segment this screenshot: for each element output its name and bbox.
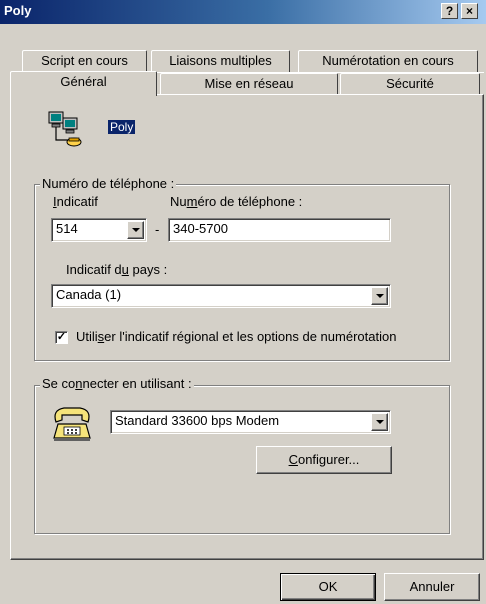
cancel-button[interactable]: Annuler [384,573,480,601]
area-code-dropdown[interactable]: 514 [51,218,147,242]
area-code-value: 514 [56,221,78,236]
connection-name: Poly [108,120,136,134]
title-bar[interactable]: Poly ? × [0,0,486,24]
configure-button[interactable]: Configurer... [256,446,392,474]
tab-securite[interactable]: Sécurité [340,73,480,95]
tab-label: Liaisons multiples [169,53,272,68]
phone-number-label: Numéro de téléphone : [170,194,303,209]
window-title: Poly [4,3,32,18]
close-button[interactable]: × [461,3,478,19]
tab-general[interactable]: Général [10,71,157,96]
modem-phone-icon [50,404,94,442]
tab-mise-en-reseau[interactable]: Mise en réseau [160,73,338,95]
tab-numerotation-en-cours[interactable]: Numérotation en cours [298,50,478,72]
help-button[interactable]: ? [441,3,458,19]
country-code-value: Canada (1) [56,287,122,302]
chevron-down-icon[interactable] [371,413,388,431]
phone-number-value: 340-5700 [173,221,228,236]
modem-value: Standard 33600 bps Modem [115,413,280,428]
ok-button[interactable]: OK [280,573,376,601]
tab-label: Sécurité [386,76,434,91]
tab-liaisons-multiples[interactable]: Liaisons multiples [151,50,290,72]
phone-number-input[interactable]: 340-5700 [168,218,391,242]
chevron-down-icon[interactable] [371,287,388,305]
active-tab-gap [11,94,156,96]
tab-script-en-cours[interactable]: Script en cours [22,50,147,72]
tab-label: Numérotation en cours [322,53,454,68]
use-dialing-label[interactable]: Utiliser l'indicatif régional et les opt… [76,329,396,344]
phone-group-legend: Numéro de téléphone : [40,176,177,191]
tab-label: Général [60,74,107,89]
area-code-label: Indicatif [53,194,98,209]
country-code-label: Indicatif du pays : [66,262,168,277]
tab-label: Script en cours [41,53,128,68]
country-code-dropdown[interactable]: Canada (1) [51,284,391,308]
connect-group-legend: Se connecter en utilisant : [40,376,194,391]
chevron-down-icon[interactable] [127,221,144,239]
tab-label: Mise en réseau [204,76,294,91]
network-connection-icon [48,110,84,150]
use-dialing-checkbox[interactable]: ✓ [55,331,68,344]
phone-separator: - [155,222,160,237]
modem-dropdown[interactable]: Standard 33600 bps Modem [110,410,391,434]
